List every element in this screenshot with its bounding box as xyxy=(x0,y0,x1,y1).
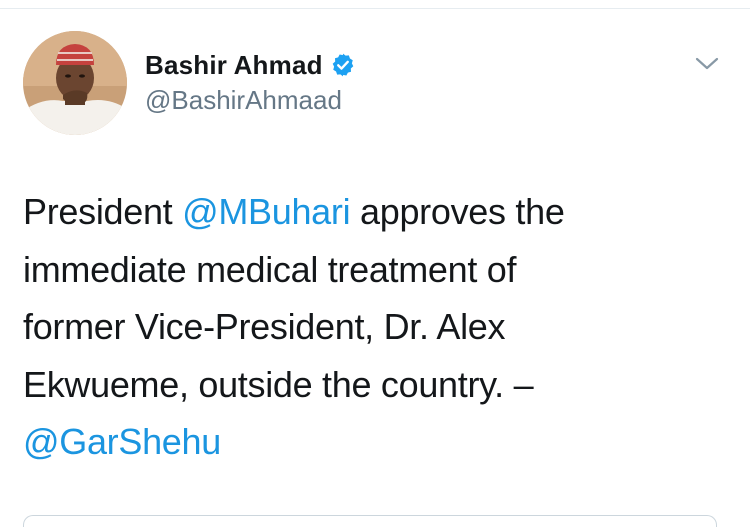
tweet-line: President @MBuhari approves the xyxy=(23,183,713,241)
tweet-line: immediate medical treatment of xyxy=(23,248,517,290)
avatar[interactable] xyxy=(23,31,127,135)
tweet-text: President @MBuhari approves the immediat… xyxy=(23,183,713,471)
tweet-line: Ekwueme, outside the country. – xyxy=(23,363,534,405)
chevron-down-icon[interactable] xyxy=(694,54,720,74)
tweet-text-segment: approves the xyxy=(350,191,565,232)
verified-badge-icon xyxy=(330,52,356,78)
author-name-row[interactable]: Bashir Ahmad xyxy=(145,47,356,83)
tweet-line: @GarShehu xyxy=(23,413,713,471)
quoted-card-edge[interactable] xyxy=(23,515,717,527)
display-name[interactable]: Bashir Ahmad xyxy=(145,50,323,81)
mention-link[interactable]: @GarShehu xyxy=(23,421,221,462)
mention-link[interactable]: @MBuhari xyxy=(182,191,351,232)
tweet-text-segment: President xyxy=(23,191,183,232)
author-handle[interactable]: @BashirAhmaad xyxy=(145,85,342,116)
profile-photo-icon xyxy=(23,31,127,135)
top-divider xyxy=(0,8,750,9)
tweet-line: former Vice-President, Dr. Alex xyxy=(23,306,506,347)
